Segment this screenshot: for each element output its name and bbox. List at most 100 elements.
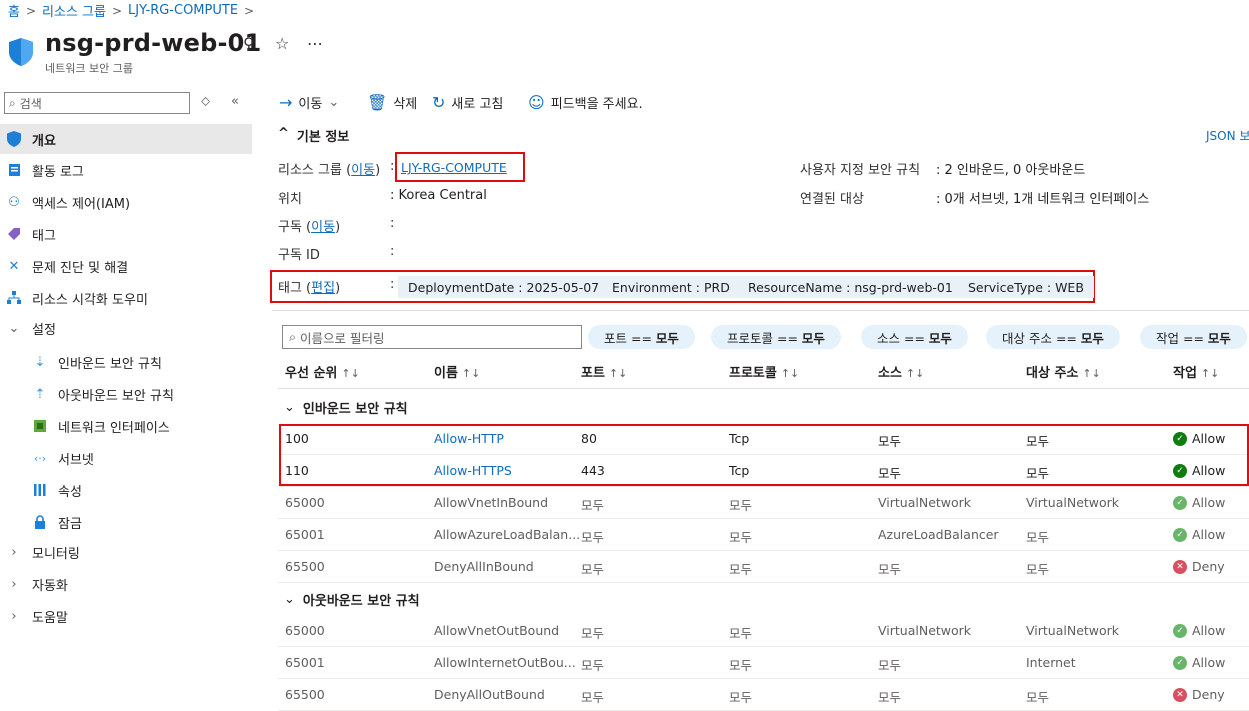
sidebar-item-properties[interactable]: 속성	[0, 475, 252, 505]
pin-icon[interactable]: ⚲	[243, 34, 255, 53]
table-row[interactable]: 65500 DenyAllOutBound 모두 모두 모두 모두 ✕ Deny	[278, 679, 1249, 711]
sidebar-item-diagnose[interactable]: ✕ 문제 진단 및 해결	[0, 251, 252, 281]
essentials-title: 기본 정보	[296, 130, 350, 145]
action-label: Allow	[1192, 495, 1226, 510]
sort-icon: ↑↓	[608, 367, 628, 380]
tag-icon	[6, 226, 22, 242]
sidebar-item-overview[interactable]: 개요	[0, 124, 252, 154]
chevron-right-icon: ›	[11, 576, 17, 592]
sidebar-item-visualizer[interactable]: 리소스 시각화 도우미	[0, 283, 252, 313]
search-placeholder: 검색	[19, 96, 42, 111]
sort-icon: ↑↓	[1200, 367, 1220, 380]
sidebar-item-label: 속성	[58, 484, 82, 500]
filter-pill-protocol[interactable]: 프로토콜 == 모두	[711, 325, 841, 349]
filter-pill-action[interactable]: 작업 == 모두	[1140, 325, 1247, 349]
col-action[interactable]: 작업 ↑↓	[1173, 362, 1219, 381]
inbound-group-header[interactable]: ⌄ 인바운드 보안 규칙	[284, 398, 408, 417]
sidebar-item-subnets[interactable]: ‹·› 서브넷	[0, 443, 252, 473]
col-priority[interactable]: 우선 순위 ↑↓	[285, 362, 360, 381]
feedback-button[interactable]: ☺ 피드백을 주세요.	[528, 93, 643, 112]
move-label: 이동	[298, 97, 323, 112]
col-port[interactable]: 포트 ↑↓	[581, 362, 627, 381]
sidebar-item-inbound-rules[interactable]: ⇣ 인바운드 보안 규칙	[0, 347, 252, 377]
filter-input[interactable]: ⌕ 이름으로 필터링	[282, 325, 582, 349]
sidebar-group-settings[interactable]: ⌄ 설정	[0, 313, 252, 343]
sort-icon: ↑↓	[780, 367, 800, 380]
essentials-toggle[interactable]: ^ 기본 정보	[278, 126, 349, 145]
cell-protocol: 모두	[729, 498, 753, 513]
properties-icon	[32, 482, 48, 498]
cell-protocol: 모두	[729, 690, 753, 705]
filter-pill-source[interactable]: 소스 == 모두	[861, 325, 968, 349]
subscription-move-link[interactable]: 이동	[311, 220, 335, 235]
table-row[interactable]: 65500 DenyAllInBound 모두 모두 모두 모두 ✕ Deny	[278, 551, 1249, 583]
col-protocol[interactable]: 프로토콜 ↑↓	[729, 362, 799, 381]
collapse-sidebar-icon[interactable]: «	[231, 94, 239, 109]
col-source[interactable]: 소스 ↑↓	[878, 362, 924, 381]
search-input[interactable]: ⌕ 검색	[4, 92, 190, 114]
breadcrumb-rg[interactable]: LJY-RG-COMPUTE	[128, 3, 238, 18]
star-icon[interactable]: ☆	[275, 34, 289, 53]
filter-pill-destination[interactable]: 대상 주소 == 모두	[986, 325, 1120, 349]
sidebar-item-outbound-rules[interactable]: ⇡ 아웃바운드 보안 규칙	[0, 379, 252, 409]
move-button[interactable]: → 이동 ⌄	[279, 93, 339, 112]
subscription-label: 구독 (이동)	[278, 220, 341, 235]
refresh-button[interactable]: ↻ 새로 고침	[432, 93, 503, 112]
outbound-group-header[interactable]: ⌄ 아웃바운드 보안 규칙	[284, 590, 420, 609]
sidebar-item-label: 아웃바운드 보안 규칙	[58, 388, 174, 404]
sidebar-group-help[interactable]: › 도움말	[0, 601, 252, 631]
chevron-down-icon: ⌄	[284, 400, 295, 415]
subnet-icon: ‹·›	[33, 451, 47, 465]
expand-collapse-icon[interactable]: ⬦	[201, 94, 210, 109]
sidebar-item-iam[interactable]: ⚇ 액세스 제어(IAM)	[0, 187, 252, 217]
sidebar-item-label: 서브넷	[58, 452, 94, 468]
table-row[interactable]: 65000 AllowVnetInBound 모두 모두 VirtualNetwork V…	[278, 487, 1249, 519]
cell-priority: 65000	[285, 623, 325, 638]
sidebar-item-tags[interactable]: 태그	[0, 219, 252, 249]
cell-priority: 65001	[285, 655, 325, 670]
breadcrumb-home[interactable]: 홈	[8, 1, 20, 20]
sidebar-item-activity-log[interactable]: 활동 로그	[0, 155, 252, 185]
tags-edit-link[interactable]: 편집	[311, 281, 335, 296]
inbound-icon: ⇣	[34, 354, 46, 370]
more-icon[interactable]: ⋯	[307, 34, 323, 53]
filter-placeholder: 이름으로 필터링	[300, 330, 385, 346]
check-circle-icon: ✓	[1173, 655, 1187, 670]
rg-value-link[interactable]: LJY-RG-COMPUTE	[401, 160, 507, 175]
tag-chip[interactable]: ResourceName : nsg-prd-web-01	[738, 276, 963, 298]
cell-dest: VirtualNetwork	[1026, 495, 1120, 510]
table-row[interactable]: 65000 AllowVnetOutBound 모두 모두 VirtualNetwork…	[278, 615, 1249, 647]
sidebar-group-automation[interactable]: › 자동화	[0, 569, 252, 599]
table-row[interactable]: 65001 AllowInternetOutBou... 모두 모두 모두 Interne…	[278, 647, 1249, 679]
outbound-icon: ⇡	[34, 386, 46, 402]
breadcrumb-resource-groups[interactable]: 리소스 그룹	[42, 1, 106, 20]
shield-icon	[9, 38, 33, 66]
json-view-link[interactable]: JSON 보	[1206, 127, 1249, 144]
col-destination[interactable]: 대상 주소 ↑↓	[1026, 362, 1101, 381]
col-name[interactable]: 이름 ↑↓	[434, 362, 480, 381]
divider	[278, 388, 1249, 389]
chevron-down-icon: ⌄	[8, 320, 20, 336]
page-subtitle: 네트워크 보안 그룹	[45, 62, 133, 75]
sidebar-item-network-interfaces[interactable]: 네트워크 인터페이스	[0, 411, 252, 441]
tag-chip[interactable]: ServiceType : WEB	[958, 276, 1094, 298]
filter-pill-port[interactable]: 포트 == 모두	[588, 325, 695, 349]
rg-move-link[interactable]: 이동	[351, 163, 375, 178]
sidebar-item-label: 액세스 제어(IAM)	[32, 196, 131, 212]
tag-chip[interactable]: Environment : PRD	[602, 276, 740, 298]
sidebar-item-locks[interactable]: 잠금	[0, 507, 252, 537]
custom-rules-label: 사용자 지정 보안 규칙	[800, 163, 921, 178]
sidebar-item-label: 인바운드 보안 규칙	[58, 356, 162, 372]
people-icon: ⚇	[8, 194, 20, 210]
colon: :	[390, 216, 395, 231]
sidebar-item-label: 태그	[32, 228, 56, 244]
sidebar-group-monitoring[interactable]: › 모니터링	[0, 537, 252, 567]
cell-name: AllowInternetOutBou...	[434, 655, 576, 670]
delete-button[interactable]: 🗑︎ 삭제	[367, 93, 417, 112]
associated-label: 연결된 대상	[800, 192, 864, 207]
tag-chip[interactable]: DeploymentDate : 2025-05-07	[398, 276, 610, 298]
colon: :	[390, 244, 395, 259]
sidebar-item-label: 설정	[32, 322, 56, 338]
table-row[interactable]: 65001 AllowAzureLoadBalan... 모두 모두 AzureLoad…	[278, 519, 1249, 551]
lock-icon	[32, 514, 48, 530]
